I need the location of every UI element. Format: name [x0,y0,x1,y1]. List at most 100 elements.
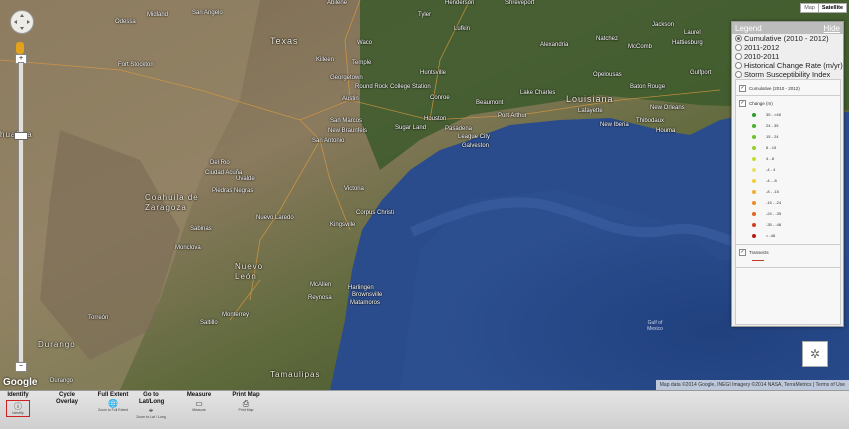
radio-button-icon[interactable] [735,53,742,60]
overlay-radio-2[interactable]: 2010-2011 [732,52,843,61]
class-color-swatch [752,178,756,183]
map-label-matamoros: Matamoros [350,300,381,306]
change-class-label: -15 - -24 [766,200,782,205]
map-label-gulf-of-mexico: Gulf of Mexico [647,320,663,332]
map-label-harlingen: Harlingen [348,285,374,291]
overlay-radio-0[interactable]: Cumulative (2010 - 2012) [732,34,843,43]
map-label-ciudad-acuna: Ciudad Acuña [205,170,243,176]
pan-control[interactable] [10,10,34,34]
map-label-fort-stockton: Fort Stockton [118,62,154,68]
checkbox-icon[interactable]: ✓ [739,99,746,107]
map-label-sabinas: Sabinas [190,226,212,232]
radio-button-icon[interactable] [735,71,742,78]
print-map-title: Print Map [232,392,260,398]
map-label-piedras-negras: Piedras Negras [212,188,254,194]
map-label-thibodaux: Thibodaux [636,118,665,124]
map-type-satellite-button[interactable]: Satellite [817,4,846,12]
change-class-item: 15 - 24 [736,131,840,142]
overlay-radio-label: 2010-2011 [744,52,780,61]
printer-icon: ⎙ [242,399,250,408]
change-class-label: -8 - -15 [766,189,779,194]
legend-header: Legend Hide [732,22,843,34]
go-to-lat-long-tool[interactable]: Go to Lat/Long ⌖ Zoom to Lat / Long [136,392,166,419]
class-color-swatch [752,211,756,216]
map-label-natchez: Natchez [596,36,619,42]
map-label-brownsville: Brownsville [352,292,383,298]
change-class-item: < -48 [736,230,840,241]
class-color-swatch [752,156,756,161]
class-color-swatch [752,112,756,117]
change-class-item: 35 - >48 [736,109,840,120]
map-label-beaumont: Beaumont [476,100,504,106]
map-label-college-station: College Station [390,84,431,90]
map-label-san-angelo: San Angelo [192,10,223,16]
layer-transects-checkbox[interactable]: ✓ Transects [736,248,840,256]
change-class-item: 4 - 8 [736,153,840,164]
map-label-georgetown: Georgetown [330,75,363,81]
print-map-tool[interactable]: Print Map ⎙ Print Map [228,392,264,412]
pan-arrows-icon [14,14,30,30]
map-label-monterrey: Monterrey [222,312,250,318]
cycle-overlay-title: Cycle Overlay [55,392,79,405]
map-label-monclova: Monclova [175,245,201,251]
zoom-slider-track[interactable] [18,62,24,364]
checkbox-icon[interactable]: ✓ [739,248,746,256]
map-label-lufkin: Lufkin [454,26,471,32]
full-extent-title: Full Extent [97,392,129,398]
measure-tool[interactable]: Measure ▭ Measure [182,392,216,412]
radio-button-icon[interactable] [735,35,742,42]
map-label-lake-charles: Lake Charles [520,90,556,96]
measure-caption: Measure [192,408,206,412]
map-label-baton-rouge: Baton Rouge [630,84,666,90]
measure-title: Measure [186,392,212,398]
go-to-lat-long-caption: Zoom to Lat / Long [136,415,166,419]
legend-layer-list[interactable]: ✓ Cumulative (2010 - 2012) ✓ Change (m) … [735,79,841,325]
overlay-radio-1[interactable]: 2011-2012 [732,43,843,52]
map-label-waco: Waco [357,40,373,46]
target-icon: ⌖ [148,406,154,415]
overlay-radio-3[interactable]: Historical Change Rate (m/yr) [732,61,843,70]
map-label-victoria: Victoria [344,186,364,192]
full-extent-tool[interactable]: Full Extent 🌐 Zoom to Full Extent [96,392,130,412]
change-class-label: 15 - 24 [766,134,779,139]
layer-cumulative-checkbox[interactable]: ✓ Cumulative (2010 - 2012) [736,84,840,92]
radio-button-icon[interactable] [735,62,742,69]
class-color-swatch [752,222,756,227]
map-label-new-orleans: New Orleans [650,105,685,111]
identify-tool[interactable]: Identify ⓘ Identify [6,392,30,417]
map-label-conroe: Conroe [430,95,450,101]
layer-cumulative-label: Cumulative (2010 - 2012) [749,85,800,91]
change-class-item: -8 - -15 [736,186,840,197]
change-class-item: -4 - 4 [736,164,840,175]
cycle-overlay-tool[interactable]: Cycle Overlay [50,392,84,406]
satellite-map[interactable]: Texas Louisiana Coahuila de Zaragoza Nue… [0,0,849,390]
transect-line-symbol [752,260,764,261]
divider [736,267,840,268]
legend-hide-link[interactable]: Hide [824,24,840,33]
overlay-radio-label: 2011-2012 [744,43,780,52]
map-label-laurel: Laurel [684,30,701,36]
street-view-pegman-icon[interactable] [16,42,24,54]
change-class-label: 8 - 15 [766,145,777,150]
class-color-swatch [752,145,756,150]
zoom-slider-handle[interactable] [14,132,28,140]
layer-transects-label: Transects [749,249,769,255]
overlay-radio-group: Cumulative (2010 - 2012) 2011-2012 2010-20… [732,34,843,79]
map-type-control: Map Satellite [800,3,847,13]
map-label-galveston: Galveston [462,143,490,149]
map-type-map-button[interactable]: Map [801,4,818,12]
overlay-radio-4[interactable]: Storm Susceptibility Index [732,70,843,79]
checkbox-icon[interactable]: ✓ [739,84,746,92]
zoom-out-button[interactable]: − [15,362,27,372]
radio-button-icon[interactable] [735,44,742,51]
map-attribution[interactable]: Map data ©2014 Google, INEGI Imagery ©20… [655,380,849,390]
divider [736,95,840,96]
ruler-icon: ▭ [195,399,203,408]
map-label-temple: Temple [352,60,372,66]
satellite-imagery [0,0,849,390]
layer-change-checkbox[interactable]: ✓ Change (m) [736,99,840,107]
change-class-label: 24 - 35 [766,123,779,128]
map-label-killeen: Killeen [316,57,335,63]
identify-caption: Identify [12,411,24,415]
map-label-durango-city: Durango [50,378,74,384]
